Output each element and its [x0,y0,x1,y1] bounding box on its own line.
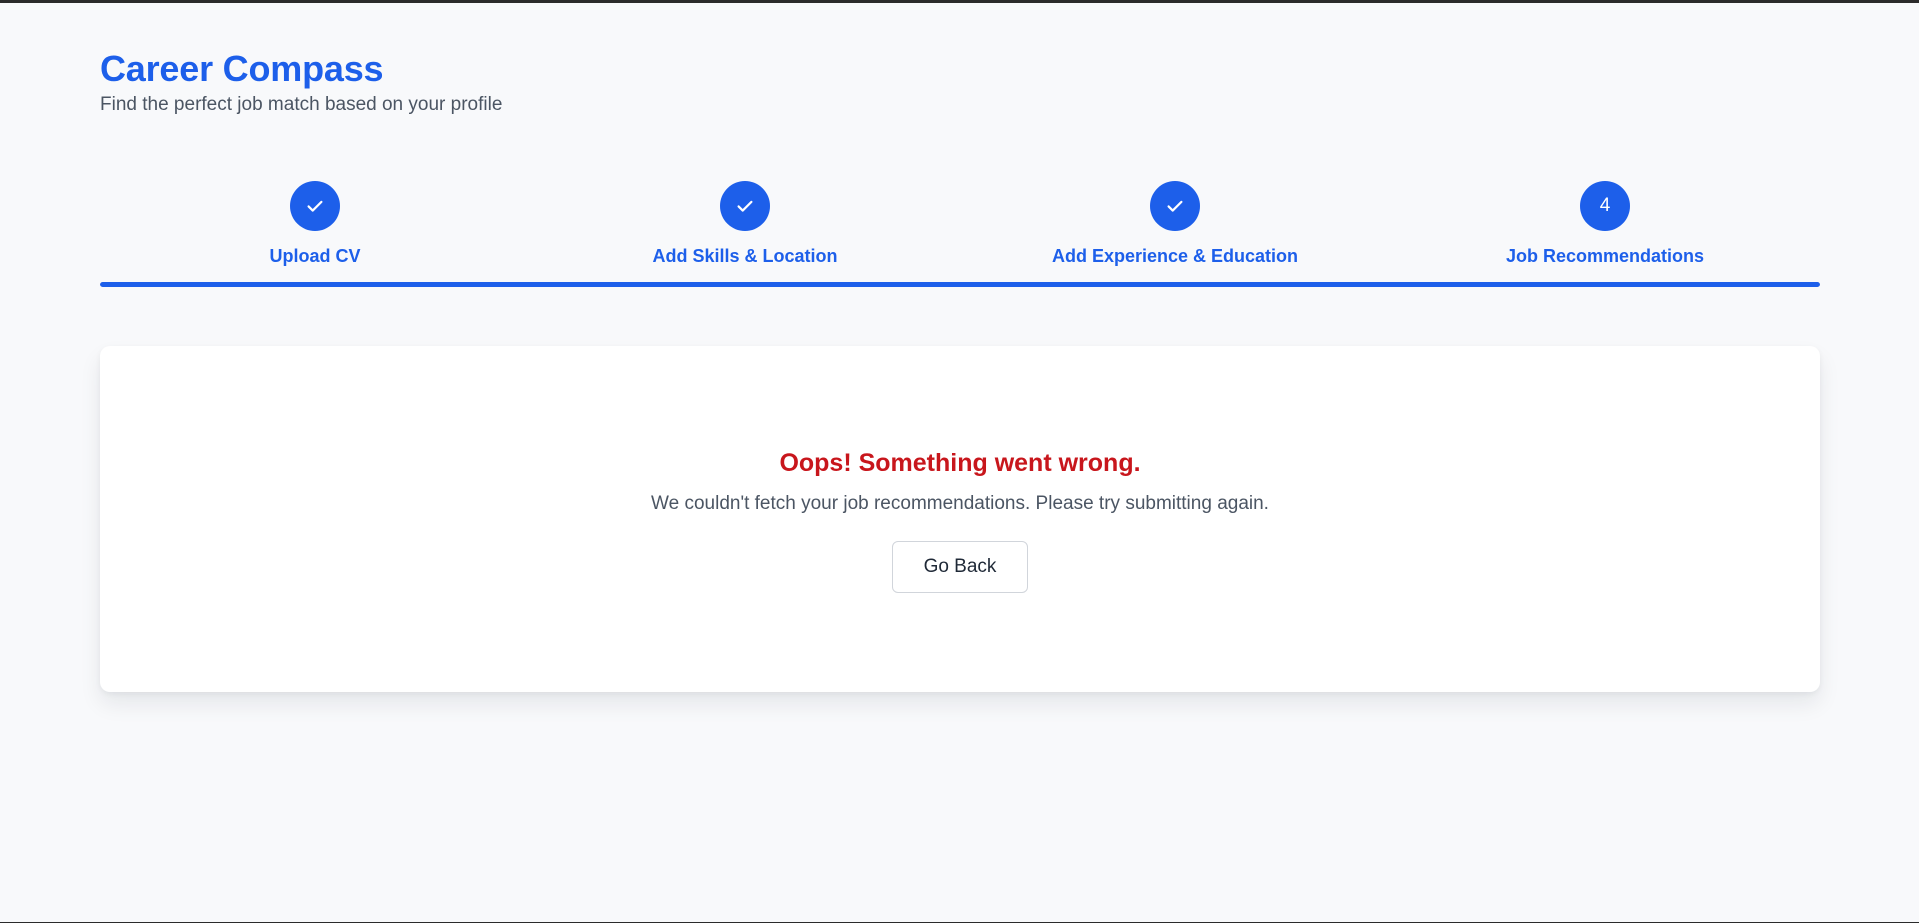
check-icon [737,200,753,212]
step-circle [290,181,340,231]
progress-stepper: Upload CV Add Skills & Location Add Expe… [100,181,1820,289]
error-title: Oops! Something went wrong. [779,449,1141,477]
step-label: Upload CV [269,246,361,266]
step-add-skills-location: Add Skills & Location [595,181,895,268]
step-label: Job Recommendations [1505,246,1705,266]
check-icon [1167,200,1183,212]
progress-bar-fill [100,282,1820,287]
step-job-recommendations: 4 Job Recommendations [1455,181,1755,268]
step-label: Add Experience & Education [1051,246,1299,266]
step-circle [1150,181,1200,231]
go-back-button[interactable]: Go Back [892,541,1028,593]
app-title: Career Compass [100,48,384,89]
error-message: We couldn't fetch your job recommendatio… [651,493,1269,514]
error-card: Oops! Something went wrong. We couldn't … [100,346,1820,692]
step-upload-cv: Upload CV [165,181,465,268]
app-subtitle: Find the perfect job match based on your… [100,94,503,115]
step-number-circle: 4 [1580,181,1630,231]
step-add-experience-education: Add Experience & Education [1025,181,1325,268]
step-circle [720,181,770,231]
check-icon [307,200,323,212]
progress-bar-track [100,282,1820,287]
step-label: Add Skills & Location [652,246,838,266]
page-header: Career Compass Find the perfect job matc… [100,47,502,117]
